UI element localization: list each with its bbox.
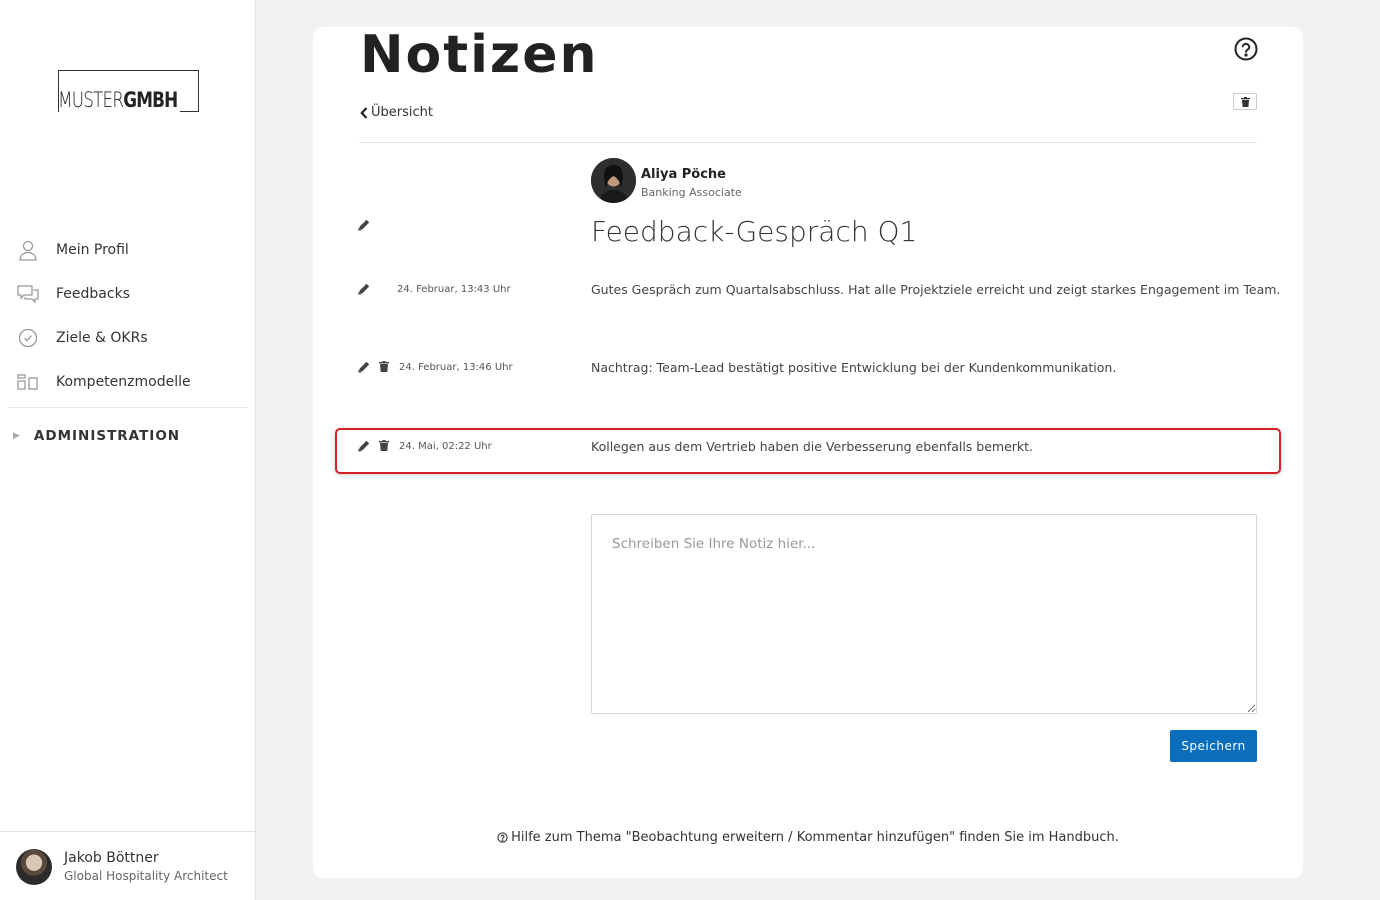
note-entry-text: Nachtrag: Team-Lead bestätigt positive E… [591,360,1117,375]
sidebar-nav: Mein Profil Feedbacks Ziele & OKRs Kompe… [0,228,256,464]
header-divider [359,142,1257,143]
edit-title-pencil-icon[interactable] [358,216,370,235]
note-entry: 24. Februar, 13:43 Uhr Gutes Gespräch zu… [358,281,1280,301]
trash-icon [1240,96,1250,107]
help-circle-icon [497,832,508,843]
caret-right-icon: ▶ [13,431,20,441]
sidebar-item-label: Feedbacks [56,286,130,302]
help-circle-icon[interactable] [1234,37,1258,61]
company-logo[interactable]: MUSTERGMBH [58,70,199,113]
user-icon [17,239,39,261]
sidebar-item-kompetenzmodelle[interactable]: Kompetenzmodelle [0,360,256,404]
chevron-left-icon [360,106,368,119]
page-title: Notizen [360,25,599,85]
logo-text-part1: MUSTER [58,88,124,112]
sidebar-item-feedbacks[interactable]: Feedbacks [0,272,256,316]
sidebar-item-label: Ziele & OKRs [56,330,148,346]
user-role: Global Hospitality Architect [64,869,228,883]
highlight-box [335,428,1281,474]
save-button[interactable]: Speichern [1170,730,1257,762]
edit-pencil-icon[interactable] [358,361,370,373]
user-avatar [16,849,52,885]
delete-note-button[interactable] [1233,93,1257,110]
note-entry-date: 24. Februar, 13:46 Uhr [399,362,513,373]
admin-label: ADMINISTRATION [33,428,181,444]
sidebar-item-administration[interactable]: ▶ ADMINISTRATION [0,408,256,464]
person-name: Aliya Pöche [641,167,726,182]
note-textarea[interactable] [591,514,1257,714]
logo-text-part2: GMBH [123,88,178,112]
sidebar: MUSTERGMBH Mein Profil Feedbacks Ziele &… [0,0,256,900]
check-circle-icon [17,327,39,349]
person-avatar [591,158,636,203]
help-footer: Hilfe zum Thema "Beobachtung erweitern /… [313,830,1303,845]
sidebar-item-label: Mein Profil [56,242,129,258]
note-entry-date: 24. Februar, 13:43 Uhr [397,284,511,295]
trash-icon[interactable] [379,361,389,372]
edit-pencil-icon[interactable] [358,283,370,295]
note-title: Feedback-Gespräch Q1 [591,215,918,248]
sidebar-item-label: Kompetenzmodelle [56,374,191,390]
current-user[interactable]: Jakob Böttner Global Hospitality Archite… [0,831,255,900]
user-name: Jakob Böttner [64,850,159,866]
sidebar-item-mein-profil[interactable]: Mein Profil [0,228,256,272]
main-card: Notizen Übersicht Aliya Pöche Banking As… [313,27,1303,878]
back-link-label: Übersicht [371,105,433,120]
chat-icon [17,283,39,305]
help-footer-text[interactable]: Hilfe zum Thema "Beobachtung erweitern /… [511,830,1119,845]
back-link-uebersicht[interactable]: Übersicht [360,105,433,120]
person-role: Banking Associate [641,186,742,199]
blocks-icon [17,371,39,393]
note-entry-text: Gutes Gespräch zum Quartalsabschluss. Ha… [591,282,1281,297]
note-entry: 24. Februar, 13:46 Uhr Nachtrag: Team-Le… [358,359,1258,379]
sidebar-item-ziele-okrs[interactable]: Ziele & OKRs [0,316,256,360]
